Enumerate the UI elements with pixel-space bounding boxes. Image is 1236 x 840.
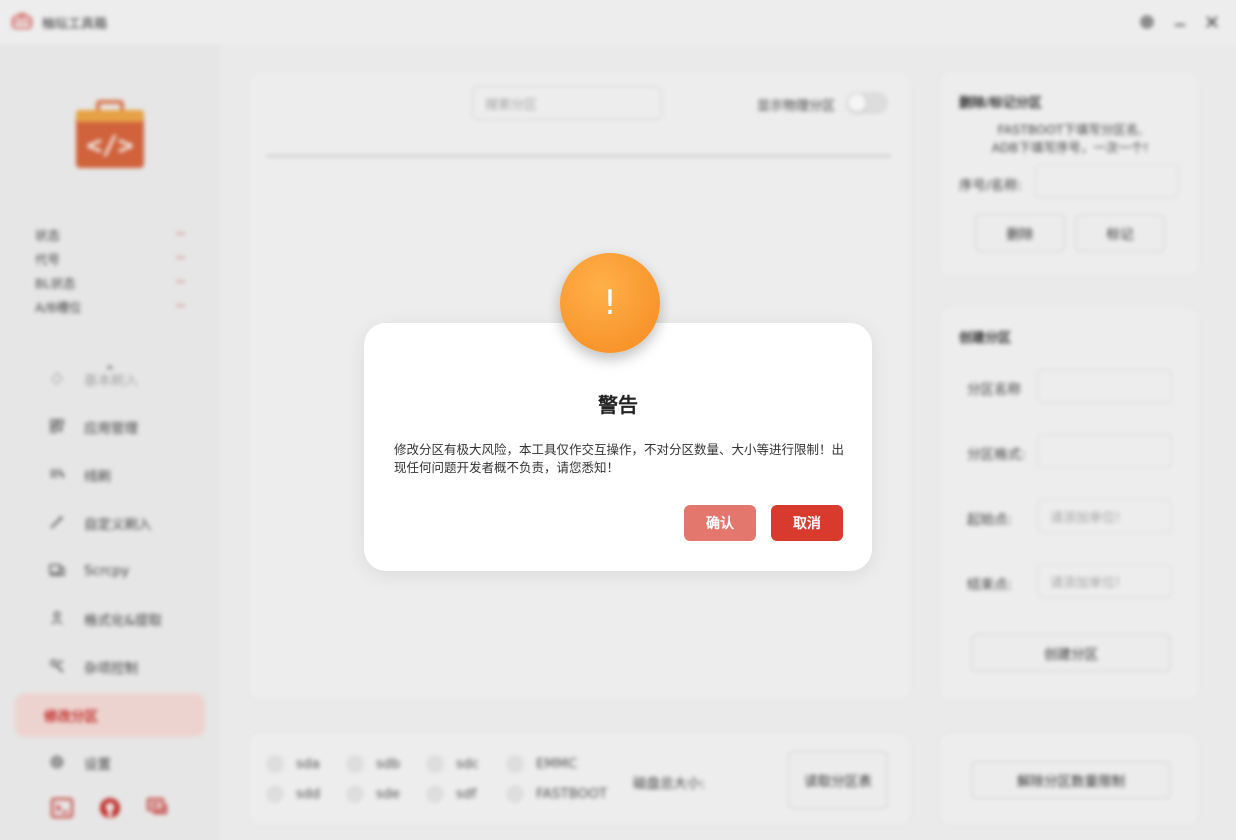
- warning-dialog: 警告 修改分区有极大风险，本工具仅作交互操作，不对分区数量、大小等进行限制！出现…: [364, 323, 872, 571]
- cancel-button[interactable]: 取消: [771, 505, 843, 541]
- warning-exclamation-icon: !: [560, 253, 660, 353]
- dialog-title: 警告: [598, 393, 638, 417]
- confirm-button[interactable]: 确认: [684, 505, 756, 541]
- dialog-message: 修改分区有极大风险，本工具仅作交互操作，不对分区数量、大小等进行限制！出现任何问…: [394, 442, 845, 475]
